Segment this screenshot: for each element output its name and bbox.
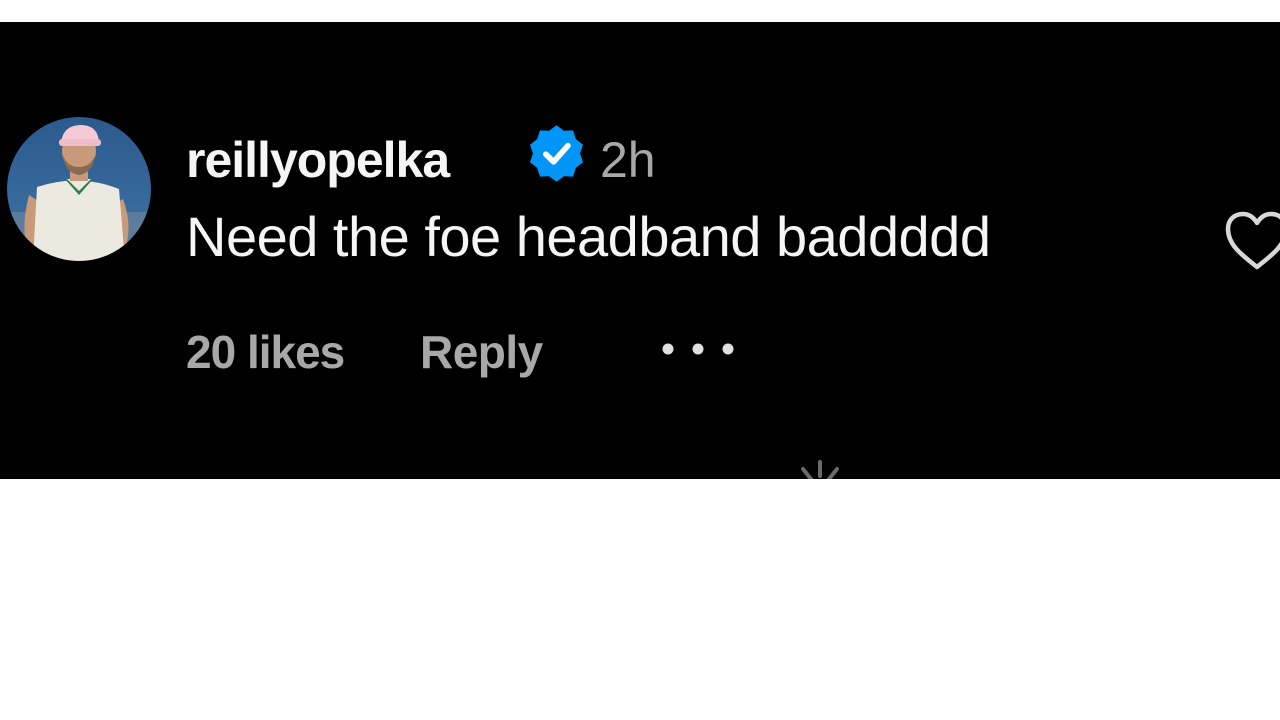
loading-spinner-icon: [801, 460, 839, 479]
avatar-image: [7, 117, 151, 261]
likes-count[interactable]: 20 likes: [186, 324, 345, 380]
comment-text: Need the foe headband baddddd: [186, 205, 991, 268]
username[interactable]: reillyopelka: [186, 130, 450, 190]
page: reillyopelka 2h Need the foe headband ba…: [0, 0, 1280, 720]
heart-outline-icon[interactable]: [1222, 209, 1280, 273]
comment-panel: reillyopelka 2h Need the foe headband ba…: [0, 22, 1280, 479]
reply-button[interactable]: Reply: [420, 324, 543, 380]
avatar[interactable]: [7, 117, 151, 261]
timestamp: 2h: [600, 132, 656, 188]
verified-badge-icon: [529, 125, 584, 182]
more-options-icon[interactable]: [660, 338, 736, 360]
